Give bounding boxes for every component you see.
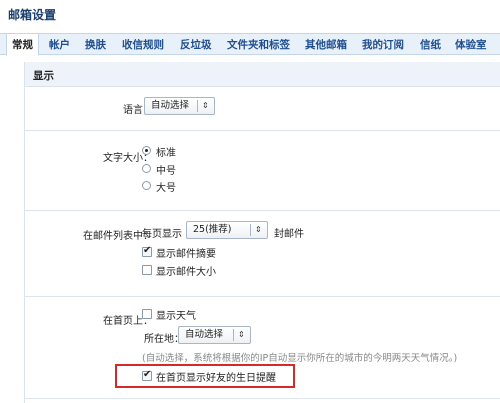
tab-skin[interactable]: 换肤 bbox=[85, 36, 106, 54]
show-summary-label: 显示邮件摘要 bbox=[156, 249, 216, 260]
font-size-standard-radio[interactable] bbox=[142, 146, 151, 155]
page-title: 邮箱设置 bbox=[8, 8, 57, 22]
language-select[interactable]: 自动选择 ⇕ bbox=[144, 97, 215, 115]
show-weather-label: 显示天气 bbox=[156, 311, 196, 322]
highlight-annotation-box bbox=[115, 364, 295, 388]
font-size-label: 文字大小： bbox=[103, 153, 153, 164]
weather-hint: (自动选择，系统将根据你的IP自动显示你所在的城市的今明两天天气情况。) bbox=[142, 353, 458, 364]
tab-folders-labels[interactable]: 文件夹和标签 bbox=[227, 36, 290, 54]
per-page-select-value: 25(推荐) bbox=[193, 224, 232, 235]
display-settings-panel: 显示 语言： 自动选择 ⇕ 文字大小： 标准 中号 大号 在邮件列表中： 每页显… bbox=[24, 62, 500, 403]
tab-general[interactable]: 常规 bbox=[6, 33, 39, 56]
up-down-arrow-icon: ⇕ bbox=[202, 101, 209, 110]
show-size-checkbox[interactable] bbox=[142, 265, 152, 275]
location-select-value: 自动选择 bbox=[185, 329, 224, 340]
show-size-label: 显示邮件大小 bbox=[156, 267, 216, 278]
up-down-arrow-icon: ⇕ bbox=[238, 330, 245, 339]
tab-receive-rules[interactable]: 收信规则 bbox=[122, 36, 164, 54]
location-select[interactable]: 自动选择 ⇕ bbox=[178, 326, 251, 344]
tab-account[interactable]: 帐户 bbox=[49, 36, 70, 54]
font-size-medium-label: 中号 bbox=[156, 166, 176, 177]
per-page-prefix: 每页显示 bbox=[142, 229, 182, 240]
tab-my-subscriptions[interactable]: 我的订阅 bbox=[362, 36, 404, 54]
show-weather-checkbox[interactable] bbox=[142, 309, 152, 319]
up-down-arrow-icon: ⇕ bbox=[255, 225, 262, 234]
show-summary-checkbox[interactable]: ✔ bbox=[142, 245, 152, 257]
language-select-value: 自动选择 bbox=[151, 100, 190, 111]
per-page-suffix: 封邮件 bbox=[274, 229, 304, 240]
tab-other-mailboxes[interactable]: 其他邮箱 bbox=[305, 36, 347, 54]
tab-stationery[interactable]: 信纸 bbox=[420, 36, 441, 54]
font-size-large-radio[interactable] bbox=[142, 181, 151, 190]
tab-anti-spam[interactable]: 反垃圾 bbox=[180, 36, 212, 54]
section-header: 显示 bbox=[25, 62, 500, 87]
font-size-large-label: 大号 bbox=[156, 183, 176, 194]
font-size-medium-radio[interactable] bbox=[142, 164, 151, 173]
checkmark-icon: ✔ bbox=[143, 245, 152, 256]
mail-list-label: 在邮件列表中： bbox=[83, 231, 153, 242]
font-size-standard-label: 标准 bbox=[156, 148, 176, 159]
language-label: 语言： bbox=[123, 105, 153, 116]
per-page-select[interactable]: 25(推荐) ⇕ bbox=[186, 221, 268, 239]
tab-lab[interactable]: 体验室 bbox=[455, 36, 487, 54]
settings-tab-bar: 常规 帐户 换肤 收信规则 反垃圾 文件夹和标签 其他邮箱 我的订阅 信纸 体验… bbox=[0, 33, 500, 56]
homepage-label: 在首页上： bbox=[103, 316, 153, 327]
section-title: 显示 bbox=[33, 70, 54, 82]
